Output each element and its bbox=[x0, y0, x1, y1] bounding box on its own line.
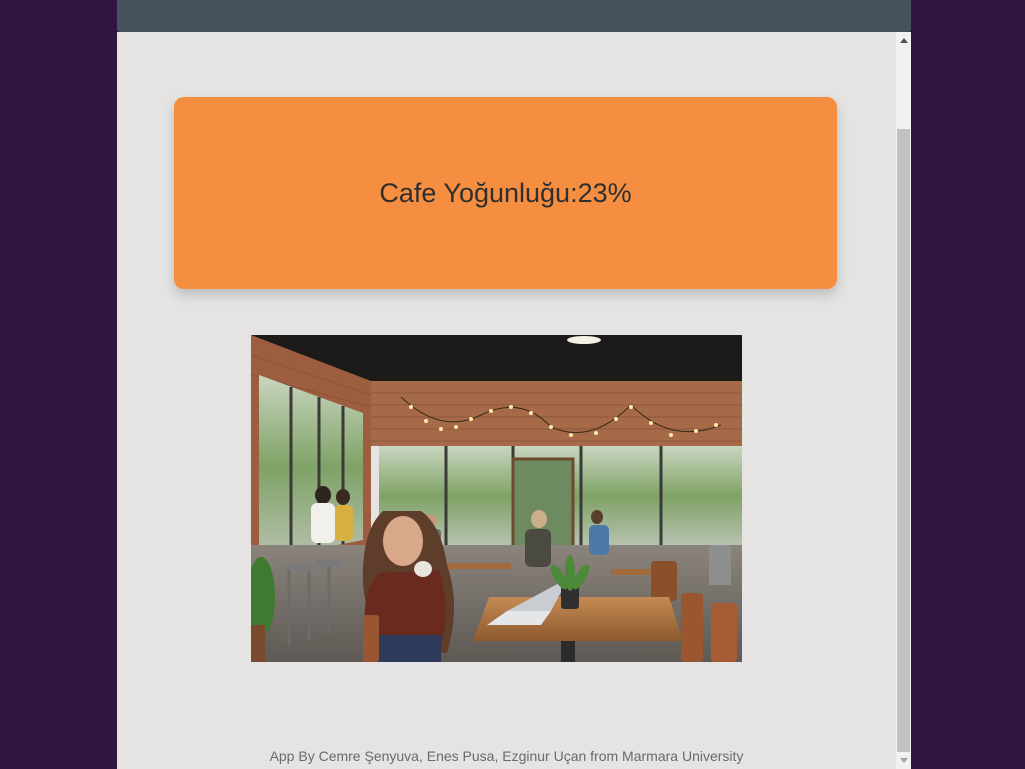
cafe-occupancy-value: 23% bbox=[577, 177, 632, 208]
cafe-occupancy-label: Cafe Yoğunluğu: bbox=[379, 177, 578, 208]
vertical-scrollbar[interactable] bbox=[896, 32, 911, 769]
scroll-up-arrow-icon[interactable] bbox=[896, 32, 911, 49]
browser-window: Cafe Yoğunluğu:23% App By Cemre Şenyuva,… bbox=[117, 0, 911, 769]
scrollbar-thumb[interactable] bbox=[897, 129, 910, 752]
cafe-occupancy-card: Cafe Yoğunluğu:23% bbox=[174, 97, 837, 289]
cafe-occupancy-text: Cafe Yoğunluğu:23% bbox=[379, 178, 631, 209]
page-viewport: Cafe Yoğunluğu:23% App By Cemre Şenyuva,… bbox=[117, 32, 896, 769]
footer-credit: App By Cemre Şenyuva, Enes Pusa, Ezginur… bbox=[269, 748, 744, 764]
cafe-interior-image bbox=[251, 335, 742, 662]
scroll-down-arrow-icon[interactable] bbox=[896, 752, 911, 769]
window-titlebar bbox=[117, 0, 911, 32]
